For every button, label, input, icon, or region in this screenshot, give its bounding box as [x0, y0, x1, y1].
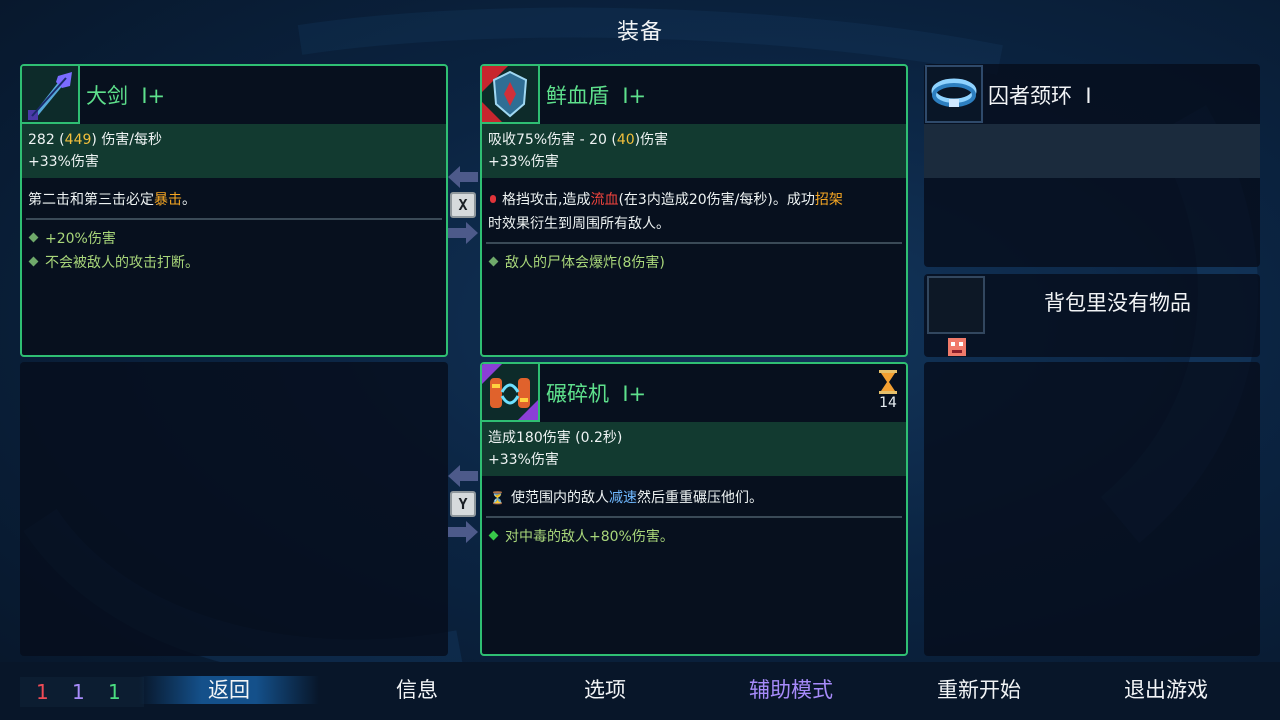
divider: [486, 242, 902, 244]
weapon-main-name: 大剑 I+: [86, 84, 166, 108]
poison-bullet-icon: [488, 530, 499, 541]
weapon-main-bonus: +33%伤害: [28, 154, 99, 170]
skill-bonus: +33%伤害: [488, 452, 559, 468]
stat-counters: 1 1 1: [20, 677, 144, 707]
empty-slot-lower-right: [924, 362, 1260, 656]
weapon-main-dps: 282 (449) 伤害/每秒: [28, 132, 163, 148]
hourglass-icon: [879, 370, 897, 394]
weapon-main-affix: +20%伤害: [28, 227, 440, 251]
weapon-shield-card[interactable]: 鲜血盾 I+ 吸收75%伤害 - 20 (40)伤害 +33%伤害 格挡攻击,造…: [480, 64, 908, 357]
weapon-shield-name: 鲜血盾 I+: [546, 84, 647, 108]
divider: [26, 218, 442, 220]
backpack-slot[interactable]: [927, 276, 985, 334]
diamond-bullet-icon: [28, 232, 39, 243]
arrow-left-icon: [448, 166, 478, 188]
greatsword-icon: [22, 66, 80, 124]
nav-assist-mode-button[interactable]: 辅助模式: [701, 676, 881, 704]
weapon-main-description: 第二击和第三击必定暴击。: [28, 192, 196, 208]
skill-damage: 造成180伤害 (0.2秒): [488, 430, 623, 446]
weapon-main-affix: 不会被敌人的攻击打断。: [28, 251, 440, 275]
counter-purple: 1: [72, 680, 85, 704]
swap-key-x[interactable]: X: [450, 192, 476, 218]
weapon-shield-stats: 吸收75%伤害 - 20 (40)伤害 +33%伤害: [482, 124, 906, 178]
skill-affix: 对中毒的敌人+80%伤害。: [488, 525, 900, 549]
nav-quit-button[interactable]: 退出游戏: [1076, 676, 1256, 704]
swap-control-bottom[interactable]: Y: [448, 465, 482, 543]
bottom-nav-bar: 1 1 1 返回 信息 选项 辅助模式 重新开始 退出游戏: [0, 662, 1280, 720]
diamond-bullet-icon: [28, 256, 39, 267]
backpack-face-icon: [948, 338, 966, 356]
nav-options-button[interactable]: 选项: [515, 676, 695, 704]
small-hourglass-icon: ⏳: [490, 491, 505, 505]
backpack-card[interactable]: 背包里没有物品: [924, 274, 1260, 357]
arrow-right-icon: [448, 222, 478, 244]
skill-description: ⏳ 使范围内的敌人减速然后重重碾压他们。: [490, 490, 763, 506]
diamond-bullet-icon: [488, 256, 499, 267]
skill-stats: 造成180伤害 (0.2秒) +33%伤害: [482, 422, 906, 476]
skill-cooldown: 14: [876, 370, 900, 412]
counter-green: 1: [108, 680, 121, 704]
nav-restart-button[interactable]: 重新开始: [889, 676, 1069, 704]
page-title: 装备: [616, 20, 663, 45]
empty-slot-lower-left: [20, 362, 448, 656]
blood-drop-icon: [490, 195, 496, 203]
weapon-shield-description: 格挡攻击,造成流血(在3内造成20伤害/每秒)。成功招架 时效果衍生到周围所有敌人…: [488, 192, 843, 232]
weapon-shield-absorb: 吸收75%伤害 - 20 (40)伤害: [488, 132, 669, 148]
amulet-name: 囚者颈环 I: [988, 84, 1092, 108]
blood-shield-icon: [482, 66, 540, 124]
swap-control-top[interactable]: X: [448, 166, 482, 244]
weapon-shield-bonus: +33%伤害: [488, 154, 559, 170]
counter-red: 1: [36, 680, 49, 704]
weapon-main-stats: 282 (449) 伤害/每秒 +33%伤害: [22, 124, 446, 178]
backpack-empty-text: 背包里没有物品: [1044, 291, 1191, 315]
amulet-icon: [925, 65, 983, 123]
weapon-main-card[interactable]: 大剑 I+ 282 (449) 伤害/每秒 +33%伤害 第二击和第三击必定暴击…: [20, 64, 448, 357]
arrow-left-icon: [448, 465, 478, 487]
cooldown-value: 14: [879, 395, 897, 411]
swap-key-y[interactable]: Y: [450, 491, 476, 517]
amulet-stat-band: [924, 124, 1260, 178]
skill-name: 碾碎机 I+: [546, 382, 647, 406]
arrow-right-icon: [448, 521, 478, 543]
nav-info-button[interactable]: 信息: [327, 676, 507, 704]
crusher-icon: [482, 364, 540, 422]
amulet-card[interactable]: 囚者颈环 I: [924, 64, 1260, 267]
weapon-shield-affix: 敌人的尸体会爆炸(8伤害): [488, 251, 900, 275]
nav-back-button[interactable]: 返回: [139, 676, 319, 704]
skill-card[interactable]: 碾碎机 I+ 14 造成180伤害 (0.2秒) +33%伤害 ⏳ 使范围内的敌人…: [480, 362, 908, 656]
divider: [486, 516, 902, 518]
